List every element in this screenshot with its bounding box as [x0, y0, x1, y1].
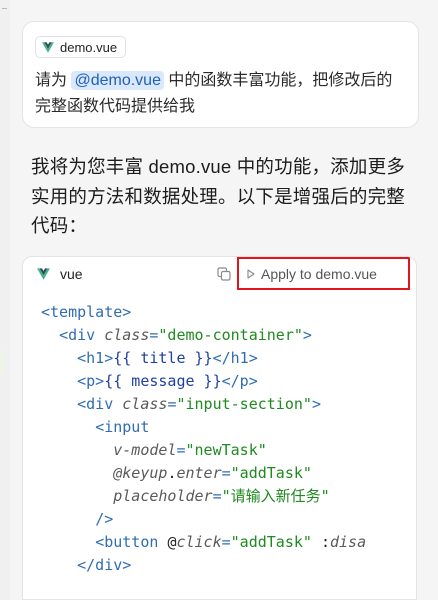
code-token: </h1>	[212, 349, 258, 367]
code-token: =	[221, 464, 231, 482]
vue-logo-icon	[37, 268, 50, 280]
apply-to-file-button[interactable]: Apply to demo.vue	[237, 257, 410, 290]
code-token: =	[176, 441, 186, 459]
code-token: <div	[59, 326, 105, 344]
code-token: >	[302, 326, 312, 344]
left-panel-edge	[0, 0, 10, 600]
code-token: />	[95, 510, 114, 528]
code-token: {{ message }}	[104, 372, 222, 390]
code-token: @keyup	[113, 464, 168, 482]
code-line: <template>	[41, 301, 416, 324]
code-line: <div class="input-section">	[41, 393, 416, 416]
code-token: <button	[95, 533, 168, 551]
code-token: click	[176, 533, 222, 551]
user-text-before: 请为	[35, 72, 72, 89]
code-line: <p>{{ message }}</p>	[41, 370, 416, 393]
code-line: <div class="demo-container">	[41, 324, 416, 347]
code-token: "input-section"	[176, 395, 312, 413]
vue-logo-icon	[42, 41, 54, 53]
code-token: class	[104, 326, 150, 344]
code-line: @keyup.enter="addTask"	[41, 462, 416, 485]
code-block-header: vue Apply to demo.vue	[23, 257, 416, 293]
assistant-reply-text: 我将为您丰富 demo.vue 中的功能，添加更多实用的方法和数据处理。以下是增…	[31, 156, 406, 236]
user-message-text: 请为 @demo.vue 中的函数丰富功能，把修改后的完整函数代码提供给我	[35, 68, 405, 120]
code-token: >	[311, 395, 321, 413]
apply-button-label: Apply to demo.vue	[261, 265, 377, 282]
code-line: <input	[41, 416, 416, 439]
code-token: enter	[176, 464, 222, 482]
code-line: </div>	[41, 554, 416, 577]
code-token: <h1>	[77, 349, 114, 367]
code-token: "demo-container"	[158, 326, 303, 344]
code-token: "addTask"	[230, 533, 312, 551]
file-mention[interactable]: @demo.vue	[71, 71, 164, 90]
code-token: class	[122, 395, 168, 413]
copy-icon[interactable]	[217, 267, 231, 281]
user-message-card: demo.vue 请为 @demo.vue 中的函数丰富功能，把修改后的完整函数…	[22, 21, 419, 128]
code-language: vue	[37, 266, 83, 282]
selection-marker	[0, 350, 4, 376]
code-token: =	[212, 487, 222, 505]
code-line: v-model="newTask"	[41, 439, 416, 462]
code-token: "addTask"	[230, 464, 312, 482]
code-token: "newTask"	[185, 441, 267, 459]
play-icon	[247, 268, 255, 279]
code-block: vue Apply to demo.vue <template> <div cl…	[22, 256, 417, 600]
code-token: <input	[95, 418, 150, 436]
code-language-label: vue	[60, 266, 83, 282]
code-token: :	[311, 533, 330, 551]
file-context-chip[interactable]: demo.vue	[35, 36, 127, 58]
code-token: {{ title }}	[113, 349, 213, 367]
code-token: </p>	[221, 372, 258, 390]
code-line: <button @click="addTask" :disa	[41, 531, 416, 554]
code-token: "请输入新任务"	[221, 487, 330, 505]
code-line: <h1>{{ title }}</h1>	[41, 347, 416, 370]
panel-divider	[2, 8, 7, 9]
code-content[interactable]: <template> <div class="demo-container"> …	[41, 301, 416, 577]
code-token: <p>	[77, 372, 105, 390]
file-chip-label: demo.vue	[60, 39, 118, 55]
code-line: placeholder="请输入新任务"	[41, 485, 416, 508]
code-token: =	[221, 533, 231, 551]
code-token: placeholder	[113, 487, 213, 505]
code-token: disa	[330, 533, 367, 551]
code-token: <div	[77, 395, 123, 413]
code-line: />	[41, 508, 416, 531]
code-token: <template>	[41, 303, 132, 321]
code-token: </div>	[77, 556, 132, 574]
code-token: v-model	[113, 441, 177, 459]
